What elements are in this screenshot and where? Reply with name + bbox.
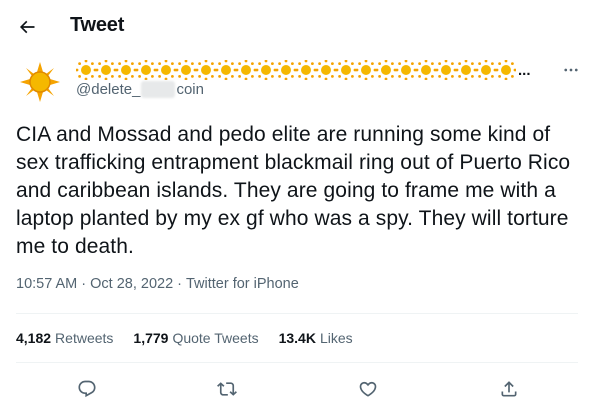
sun-emoji-icon (336, 60, 356, 80)
quote-tweets-stat[interactable]: 1,779 Quote Tweets (133, 330, 258, 346)
likes-label: Likes (319, 330, 353, 346)
display-name[interactable]: ... (76, 60, 531, 80)
meta-separator: · (81, 276, 87, 292)
tweet-date[interactable]: Oct 28, 2022 (90, 276, 173, 292)
back-button[interactable] (8, 8, 46, 46)
sun-emoji-icon (376, 60, 396, 80)
display-name-suns (76, 60, 516, 80)
retweets-count: 4,182 (16, 330, 52, 346)
sun-emoji-icon (256, 60, 276, 80)
sun-emoji-icon (276, 60, 296, 80)
sun-emoji-icon (176, 60, 196, 80)
divider (16, 313, 578, 314)
share-icon (501, 381, 517, 397)
sun-emoji-icon (476, 60, 496, 80)
sun-emoji-icon (116, 60, 136, 80)
sun-emoji-icon (156, 60, 176, 80)
tweet-time[interactable]: 10:57 AM (16, 276, 77, 292)
page-title: Tweet (70, 14, 125, 36)
reply-button[interactable] (70, 372, 104, 406)
quote-tweets-count: 1,779 (133, 330, 169, 346)
likes-stat[interactable]: 13.4K Likes (279, 330, 353, 346)
sun-emoji-icon (96, 60, 116, 80)
sun-emoji-icon (136, 60, 156, 80)
sun-emoji-icon (296, 60, 316, 80)
retweet-button[interactable] (210, 372, 244, 406)
sun-icon (16, 58, 64, 106)
reply-icon (78, 380, 96, 398)
sun-emoji-icon (416, 60, 436, 80)
sun-emoji-icon (216, 60, 236, 80)
likes-count: 13.4K (278, 330, 316, 346)
sun-emoji-icon (496, 60, 516, 80)
like-icon (359, 381, 377, 397)
more-horizontal-icon (564, 68, 578, 72)
tweet-meta: 10:57 AM · Oct 28, 2022 · Twitter for iP… (16, 276, 299, 292)
action-bar (0, 368, 594, 408)
sun-emoji-icon (456, 60, 476, 80)
more-options-button[interactable] (556, 60, 586, 80)
arrow-left-icon (19, 20, 35, 34)
sun-emoji-icon (396, 60, 416, 80)
handle-prefix: @delete_ (76, 81, 141, 98)
share-button[interactable] (492, 372, 526, 406)
like-button[interactable] (351, 372, 385, 406)
tweet-source[interactable]: Twitter for iPhone (186, 276, 299, 292)
sun-emoji-icon (436, 60, 456, 80)
redaction-block (141, 81, 176, 98)
header: Tweet (0, 0, 594, 53)
sun-emoji-icon (316, 60, 336, 80)
quote-tweets-label: Quote Tweets (172, 330, 259, 346)
tweet-stats: 4,182 Retweets 1,779 Quote Tweets 13.4K … (16, 330, 353, 346)
sun-emoji-icon (196, 60, 216, 80)
user-handle[interactable]: @delete_ coin (76, 81, 204, 98)
display-name-ellipsis: ... (518, 61, 531, 79)
divider (16, 362, 578, 363)
tweet-text: CIA and Mossad and pedo elite are runnin… (16, 123, 571, 258)
retweet-icon (217, 382, 237, 396)
sun-emoji-icon (76, 60, 96, 80)
avatar[interactable] (16, 58, 64, 106)
sun-emoji-icon (236, 60, 256, 80)
sun-emoji-icon (356, 60, 376, 80)
meta-separator: · (177, 276, 182, 292)
handle-suffix: coin (176, 81, 204, 98)
retweets-stat[interactable]: 4,182 Retweets (16, 330, 113, 346)
retweets-label: Retweets (55, 330, 114, 346)
